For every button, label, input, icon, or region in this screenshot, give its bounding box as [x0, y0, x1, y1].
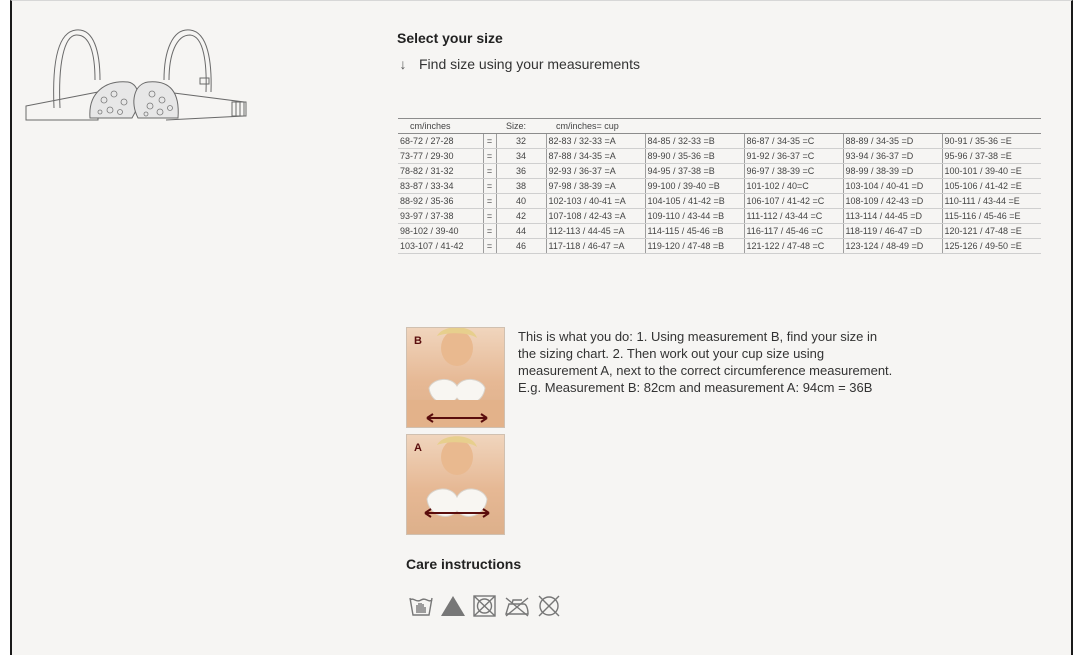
size-chart-table: cm/inches Size: cm/inches= cup 68-72 / 2… — [398, 118, 1042, 254]
cup-size-cell: 123-124 / 48-49 =D — [842, 238, 942, 254]
underbust-cell: 98-102 / 39-40 — [398, 223, 483, 239]
cup-size-cell: 88-89 / 34-35 =D — [842, 133, 942, 149]
cup-size-cell: 119-120 / 47-48 =B — [644, 238, 744, 254]
arrow-down-icon: ↓ — [399, 56, 407, 72]
cup-size-cell: 102-103 / 40-41 =A — [545, 193, 645, 209]
underbust-cell: 93-97 / 37-38 — [398, 208, 483, 224]
cup-size-cell: 89-90 / 35-36 =B — [644, 148, 744, 164]
hand-wash-icon — [408, 594, 434, 618]
size-chart-row: 68-72 / 27-28 = 32 82-83 / 32-33 =A 84-85 / … — [398, 133, 1042, 149]
size-cell: 36 — [495, 163, 546, 179]
photo-a-label: A — [414, 442, 422, 454]
find-size-link[interactable]: ↓ Find size using your measurements — [397, 56, 641, 72]
size-chart-row: 78-82 / 31-32 = 36 92-93 / 36-37 =A 94-95 / … — [398, 163, 1042, 179]
underbust-cell: 103-107 / 41-42 — [398, 238, 483, 254]
find-size-label: Find size using your measurements — [419, 56, 640, 72]
cup-size-cell: 104-105 / 41-42 =B — [644, 193, 744, 209]
size-cell: 46 — [495, 238, 546, 254]
equals-cell: = — [482, 148, 496, 164]
size-cell: 32 — [495, 133, 546, 149]
bleach-icon — [440, 594, 466, 618]
care-icons — [408, 594, 562, 618]
size-chart-header-row: cm/inches Size: cm/inches= cup — [398, 118, 1042, 134]
cup-size-cell: 117-118 / 46-47 =A — [545, 238, 645, 254]
cup-size-cell: 100-101 / 39-40 =E — [941, 163, 1042, 179]
cup-size-cell: 116-117 / 45-46 =C — [743, 223, 843, 239]
cup-size-cell: 114-115 / 45-46 =B — [644, 223, 744, 239]
header-size: Size: — [496, 118, 546, 134]
cup-size-cell: 92-93 / 36-37 =A — [545, 163, 645, 179]
cup-size-cell: 96-97 / 38-39 =C — [743, 163, 843, 179]
cup-size-cell: 109-110 / 43-44 =B — [644, 208, 744, 224]
cup-size-cell: 106-107 / 41-42 =C — [743, 193, 843, 209]
no-tumble-dry-icon — [472, 594, 498, 618]
underbust-cell: 73-77 / 29-30 — [398, 148, 483, 164]
size-chart-row: 88-92 / 35-36 = 40 102-103 / 40-41 =A 104-10… — [398, 193, 1042, 209]
cup-size-cell: 99-100 / 39-40 =B — [644, 178, 744, 194]
size-cell: 38 — [495, 178, 546, 194]
cup-size-cell: 103-104 / 40-41 =D — [842, 178, 942, 194]
cup-size-cell: 113-114 / 44-45 =D — [842, 208, 942, 224]
cup-size-cell: 94-95 / 37-38 =B — [644, 163, 744, 179]
size-chart-row: 103-107 / 41-42 = 46 117-118 / 46-47 =A 119-… — [398, 238, 1042, 254]
size-chart-row: 73-77 / 29-30 = 34 87-88 / 34-35 =A 89-90 / … — [398, 148, 1042, 164]
cup-size-cell: 107-108 / 42-43 =A — [545, 208, 645, 224]
cup-size-cell: 87-88 / 34-35 =A — [545, 148, 645, 164]
size-cell: 44 — [495, 223, 546, 239]
no-dry-clean-icon — [536, 594, 562, 618]
cup-size-cell: 120-121 / 47-48 =E — [941, 223, 1042, 239]
cup-size-cell: 105-106 / 41-42 =E — [941, 178, 1042, 194]
cup-size-cell: 115-116 / 45-46 =E — [941, 208, 1042, 224]
care-instructions-title: Care instructions — [406, 556, 522, 572]
underbust-cell: 78-82 / 31-32 — [398, 163, 483, 179]
equals-cell: = — [482, 193, 496, 209]
cup-size-cell: 110-111 / 43-44 =E — [941, 193, 1042, 209]
cup-size-cell: 93-94 / 36-37 =D — [842, 148, 942, 164]
measurement-instructions: This is what you do: 1. Using measuremen… — [518, 329, 893, 395]
size-cell: 42 — [495, 208, 546, 224]
size-cell: 40 — [495, 193, 546, 209]
cup-size-cell: 101-102 / 40=C — [743, 178, 843, 194]
photo-b-label: B — [414, 335, 422, 347]
bra-illustration — [25, 29, 247, 121]
header-underbust: cm/inches — [398, 118, 483, 134]
cup-size-cell: 112-113 / 44-45 =A — [545, 223, 645, 239]
cup-size-cell: 111-112 / 43-44 =C — [743, 208, 843, 224]
measurement-b-photo: B — [406, 327, 505, 428]
cup-size-cell: 90-91 / 35-36 =E — [941, 133, 1042, 149]
cup-size-cell: 95-96 / 37-38 =E — [941, 148, 1042, 164]
equals-cell: = — [482, 208, 496, 224]
select-size-title: Select your size — [397, 30, 503, 46]
equals-cell: = — [482, 223, 496, 239]
equals-cell: = — [482, 163, 496, 179]
cup-size-cell: 82-83 / 32-33 =A — [545, 133, 645, 149]
cup-size-cell: 84-85 / 32-33 =B — [644, 133, 744, 149]
cup-size-cell: 108-109 / 42-43 =D — [842, 193, 942, 209]
cup-size-cell: 125-126 / 49-50 =E — [941, 238, 1042, 254]
underbust-cell: 88-92 / 35-36 — [398, 193, 483, 209]
size-cell: 34 — [495, 148, 546, 164]
cup-size-cell: 86-87 / 34-35 =C — [743, 133, 843, 149]
size-chart-row: 93-97 / 37-38 = 42 107-108 / 42-43 =A 109-11… — [398, 208, 1042, 224]
cup-size-cell: 97-98 / 38-39 =A — [545, 178, 645, 194]
underbust-cell: 68-72 / 27-28 — [398, 133, 483, 149]
equals-cell: = — [482, 238, 496, 254]
equals-cell: = — [482, 178, 496, 194]
cup-size-cell: 118-119 / 46-47 =D — [842, 223, 942, 239]
header-cup: cm/inches= cup — [546, 118, 1042, 134]
cup-size-cell: 98-99 / 38-39 =D — [842, 163, 942, 179]
no-iron-icon — [504, 594, 530, 618]
cup-size-cell: 91-92 / 36-37 =C — [743, 148, 843, 164]
underbust-cell: 83-87 / 33-34 — [398, 178, 483, 194]
cup-size-cell: 121-122 / 47-48 =C — [743, 238, 843, 254]
size-chart-row: 83-87 / 33-34 = 38 97-98 / 38-39 =A 99-100 /… — [398, 178, 1042, 194]
header-spacer — [483, 118, 496, 134]
equals-cell: = — [482, 133, 496, 149]
size-chart-row: 98-102 / 39-40 = 44 112-113 / 44-45 =A 114-1… — [398, 223, 1042, 239]
measurement-a-photo: A — [406, 434, 505, 535]
